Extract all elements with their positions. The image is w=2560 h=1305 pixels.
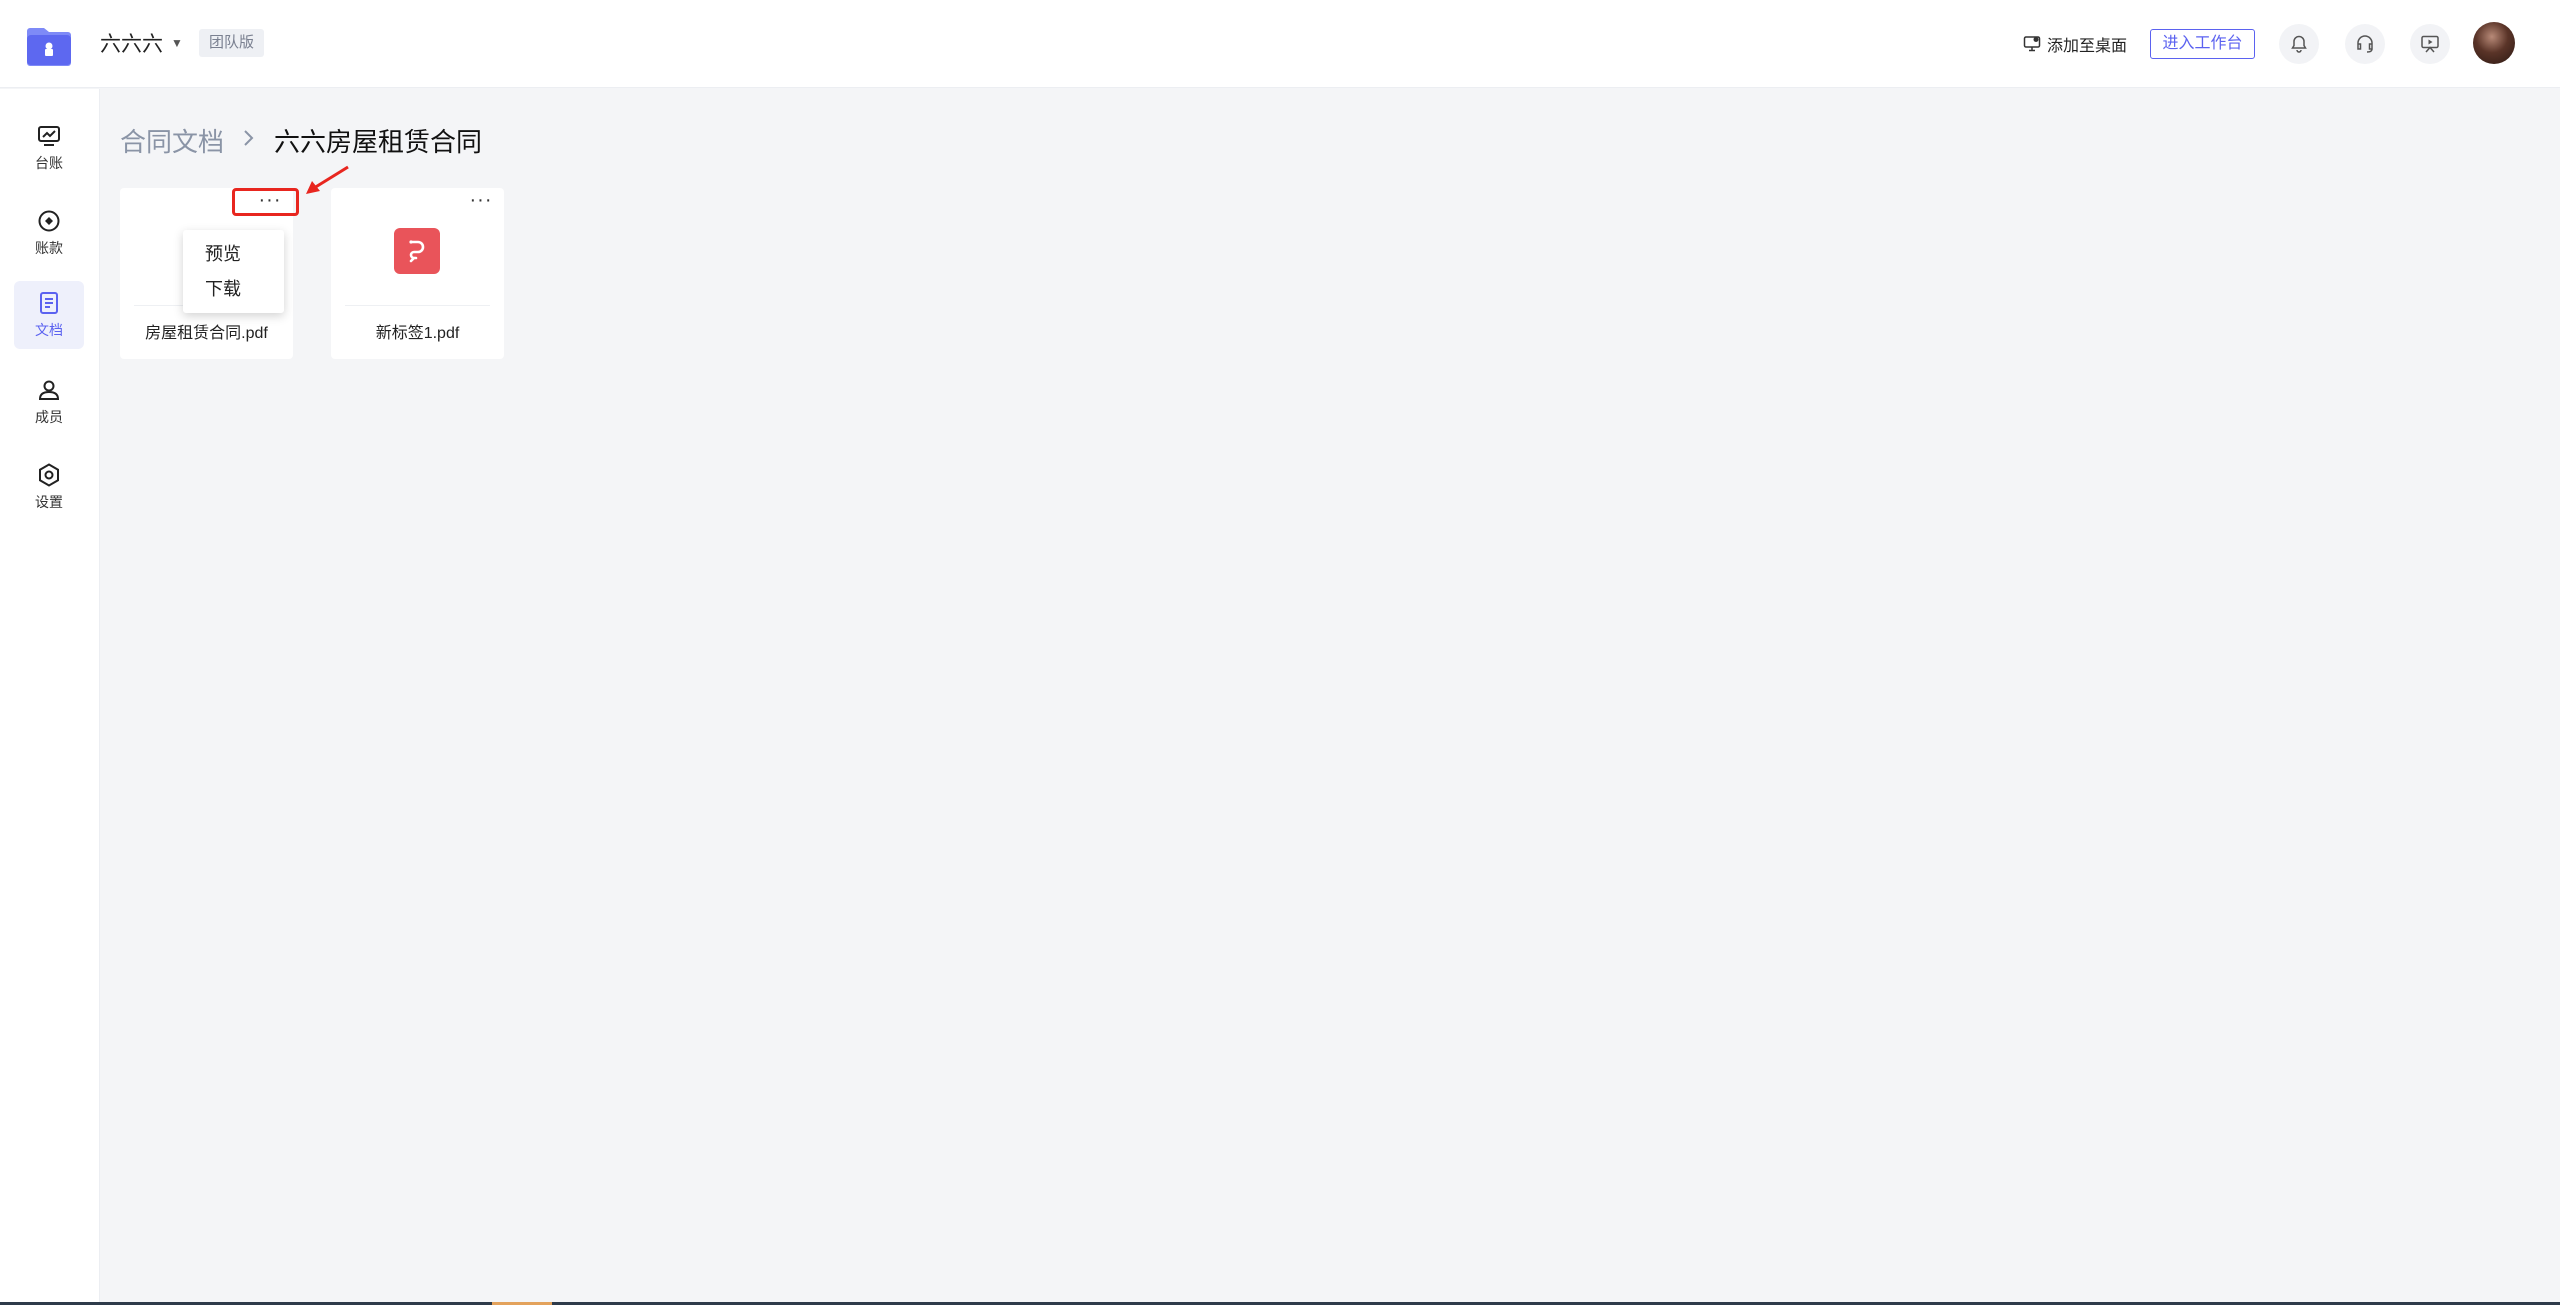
sidebar-item-label: 成员 [35,409,63,425]
notification-bell-icon[interactable] [2279,24,2319,64]
customer-service-headset-icon[interactable] [2345,24,2385,64]
file-actions-dropdown: 预览 下载 [183,230,284,313]
card-divider [345,305,490,306]
caret-down-icon: ▼ [171,36,183,50]
settings-hexagon-icon [39,463,59,487]
breadcrumb-current: 六六房屋租赁合同 [274,127,483,157]
annotation-arrow-icon [306,165,349,194]
file-name: 新标签1.pdf [375,325,460,342]
sidebar-item-label: 设置 [35,494,63,510]
team-switcher[interactable]: 六六六 ▼ [100,28,183,58]
app-logo-icon[interactable] [24,22,74,68]
add-to-desktop-label: 添加至桌面 [2047,38,2128,55]
chevron-right-icon [242,128,256,154]
member-user-icon [38,380,60,400]
sidebar-item-members[interactable]: 成员 [14,368,84,436]
sidebar-item-label: 台账 [35,155,63,171]
sidebar-item-label: 文档 [35,322,63,338]
add-to-desktop-button[interactable]: 添加至桌面 [2023,32,2127,56]
user-avatar[interactable] [2473,22,2515,64]
sidebar-item-ledger[interactable]: 台账 [14,114,84,182]
breadcrumb-parent-link[interactable]: 合同文档 [120,122,224,159]
highlight-annotation [232,188,299,216]
pdf-file-icon [394,228,440,274]
menu-item-download[interactable]: 下载 [183,272,284,307]
breadcrumb: 合同文档 六六房屋租赁合同 [120,122,482,159]
edition-badge: 团队版 [199,29,265,57]
document-icon [40,292,58,314]
video-tutorial-icon[interactable] [2410,24,2450,64]
more-options-icon[interactable]: ··· [466,188,496,222]
payment-circle-icon [38,210,60,232]
sidebar-item-documents[interactable]: 文档 [14,281,84,349]
top-header: 六六六 ▼ 团队版 添加至桌面 进入工作台 [0,0,2560,88]
file-card[interactable]: ··· 新标签1.pdf [331,188,504,359]
sidebar-item-settings[interactable]: 设置 [14,453,84,521]
team-name: 六六六 [100,33,163,56]
sidebar-item-payments[interactable]: 账款 [14,199,84,267]
sidebar-item-label: 账款 [35,240,63,256]
enter-workbench-button[interactable]: 进入工作台 [2150,29,2255,59]
ledger-chart-icon [38,126,60,146]
sidebar: 台账 账款 文档 成员 设置 [0,89,100,1305]
menu-item-preview[interactable]: 预览 [183,237,284,272]
desktop-monitor-icon [2023,36,2041,52]
file-name: 房屋租赁合同.pdf [145,325,268,342]
